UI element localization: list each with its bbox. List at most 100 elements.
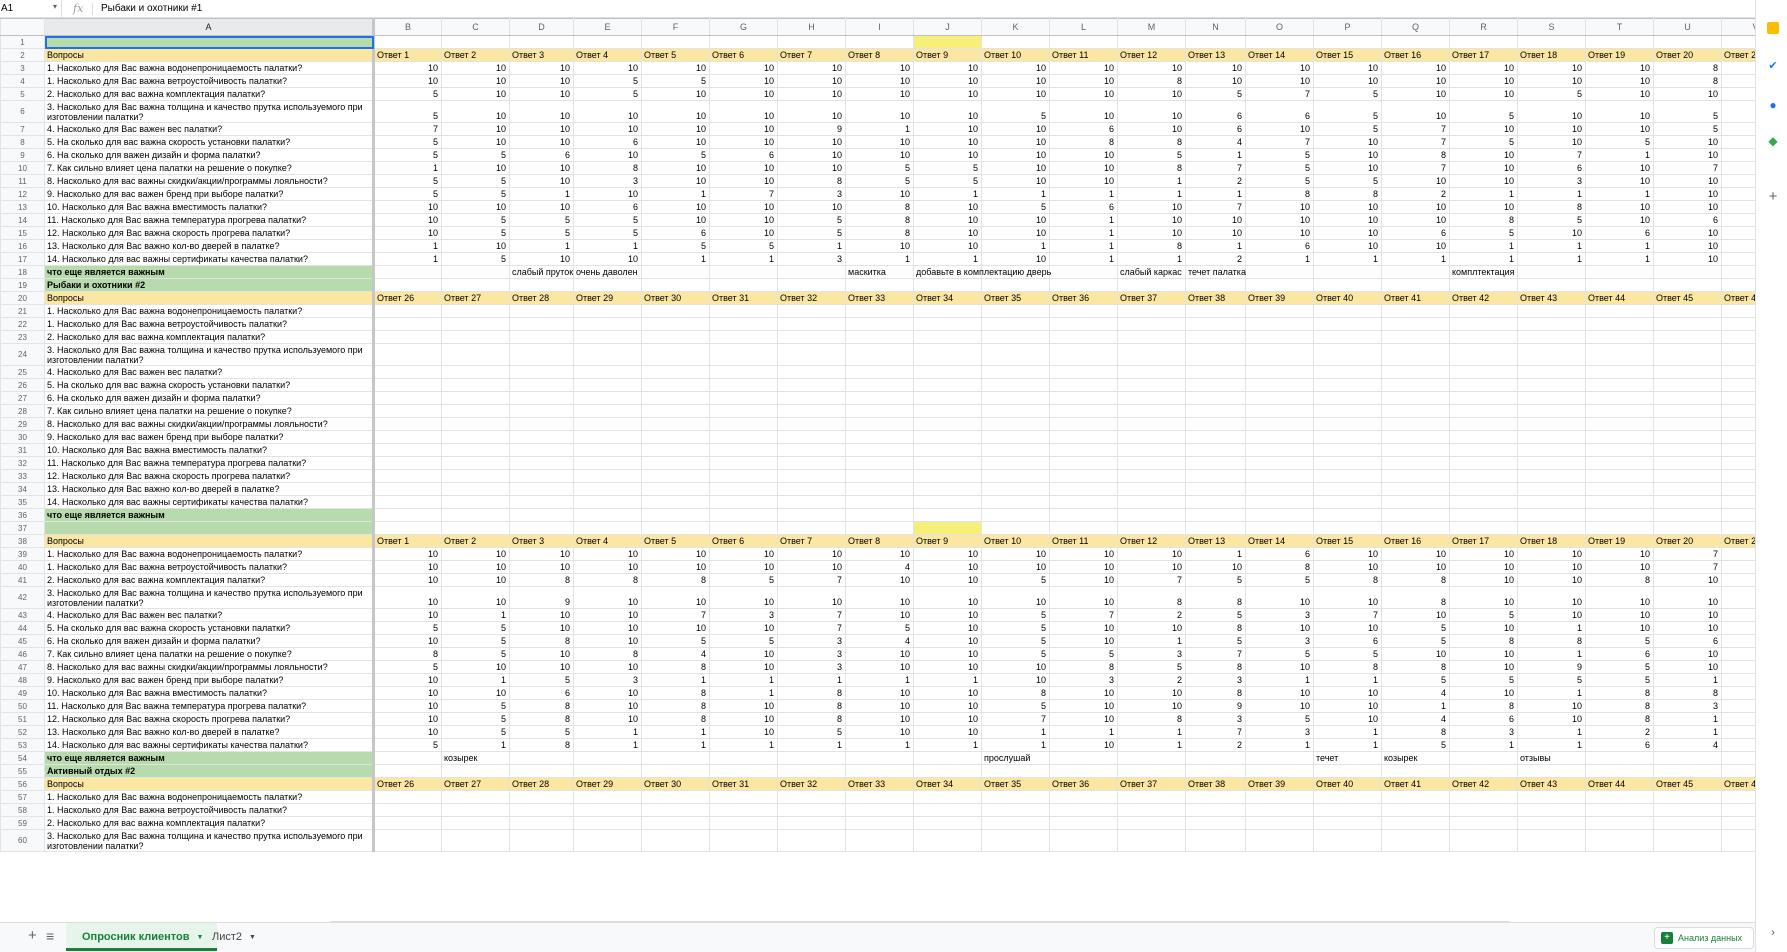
cell[interactable]: 1 [1049, 226, 1118, 240]
question-cell[interactable]: 14. Насколько для вас важны сертификаты … [44, 252, 375, 266]
cell[interactable] [1245, 790, 1314, 804]
note-cell[interactable]: козырек [441, 751, 510, 765]
cell[interactable]: 10 [1653, 608, 1722, 622]
cell[interactable] [1585, 456, 1654, 470]
cell[interactable] [845, 304, 914, 318]
cell[interactable]: 10 [509, 560, 574, 574]
cell[interactable] [641, 265, 710, 279]
cell[interactable] [1245, 456, 1314, 470]
cell[interactable] [1245, 391, 1314, 405]
answer-header[interactable]: Ответ 1 [373, 534, 442, 548]
cell[interactable] [913, 417, 982, 431]
cell[interactable]: 7 [1185, 161, 1246, 175]
row-header[interactable]: 16 [0, 239, 45, 253]
cell[interactable]: 5 [641, 634, 710, 648]
cell[interactable]: 1 [641, 252, 710, 266]
cell[interactable] [373, 404, 442, 418]
cell[interactable]: 10 [1245, 200, 1314, 214]
cell[interactable] [373, 790, 442, 804]
cell[interactable]: 10 [1517, 573, 1586, 587]
row-header[interactable]: 13 [0, 200, 45, 214]
cell[interactable] [913, 456, 982, 470]
cell[interactable] [509, 803, 574, 817]
cell[interactable] [981, 278, 1050, 292]
select-all-corner[interactable] [0, 18, 45, 36]
cell[interactable]: 10 [573, 608, 642, 622]
cell[interactable] [641, 521, 710, 535]
cell[interactable]: 8 [509, 712, 574, 726]
cell[interactable] [1381, 469, 1450, 483]
cell[interactable] [1449, 829, 1518, 852]
cell[interactable]: 8 [573, 161, 642, 175]
question-cell[interactable]: 9. Насколько для вас важен бренд при выб… [44, 430, 375, 444]
cell[interactable] [441, 304, 510, 318]
cell[interactable] [777, 417, 846, 431]
cell[interactable]: 7 [1185, 200, 1246, 214]
cell[interactable]: 10 [1049, 560, 1118, 574]
cell[interactable] [441, 378, 510, 392]
cell[interactable] [1185, 508, 1246, 522]
cell[interactable]: 5 [709, 573, 778, 587]
cell[interactable]: 1 [1585, 148, 1654, 162]
answer-header[interactable]: Ответ 33 [845, 777, 914, 791]
cell[interactable] [373, 764, 442, 778]
cell[interactable]: 5 [1449, 673, 1518, 687]
answer-header[interactable]: Ответ 4 [573, 534, 642, 548]
cell[interactable] [573, 803, 642, 817]
cell[interactable] [509, 469, 574, 483]
cell[interactable] [777, 317, 846, 331]
cell[interactable]: 5 [777, 226, 846, 240]
cell[interactable]: 10 [509, 74, 574, 88]
cell[interactable] [777, 35, 846, 49]
row-header[interactable]: 4 [0, 74, 45, 88]
cell[interactable]: 10 [1381, 239, 1450, 253]
cell[interactable]: 1 [1245, 252, 1314, 266]
cell[interactable] [1517, 404, 1586, 418]
cell[interactable]: 10 [573, 148, 642, 162]
question-cell[interactable]: 8. Насколько для вас важны скидки/акции/… [44, 660, 375, 674]
cell[interactable] [441, 417, 510, 431]
cell[interactable] [1185, 764, 1246, 778]
cell[interactable]: 1 [1585, 239, 1654, 253]
cell[interactable]: 8 [981, 686, 1050, 700]
cell[interactable] [641, 317, 710, 331]
cell[interactable] [1313, 456, 1382, 470]
cell[interactable]: 10 [1381, 74, 1450, 88]
cell[interactable] [373, 816, 442, 830]
cell[interactable]: 5 [441, 725, 510, 739]
note-cell[interactable]: маскитка [845, 265, 914, 279]
cell[interactable]: 8 [1585, 573, 1654, 587]
cell[interactable]: 1 [845, 738, 914, 752]
cell[interactable]: 8 [1185, 621, 1246, 635]
column-header[interactable]: H [777, 18, 846, 36]
note-cell[interactable]: козырек [1381, 751, 1450, 765]
cell[interactable] [1517, 417, 1586, 431]
question-cell[interactable]: 11. Насколько для Вас важна температура … [44, 213, 375, 227]
cell[interactable] [441, 469, 510, 483]
row-header[interactable]: 20 [0, 291, 45, 305]
cell[interactable]: 7 [1185, 647, 1246, 661]
cell[interactable]: 2 [1721, 634, 1755, 648]
cell[interactable] [373, 391, 442, 405]
answer-header[interactable]: Ответ 5 [641, 48, 710, 62]
answer-header[interactable]: Ответ 39 [1245, 291, 1314, 305]
question-cell[interactable]: 9. Насколько для вас важен бренд при выб… [44, 187, 375, 201]
cell[interactable] [1449, 751, 1518, 765]
cell[interactable]: 8 [845, 200, 914, 214]
questions-header[interactable]: Вопросы [44, 291, 375, 305]
cell[interactable] [1517, 482, 1586, 496]
cell[interactable] [913, 343, 982, 366]
cell[interactable]: 8 [509, 573, 574, 587]
cell[interactable] [441, 391, 510, 405]
cell[interactable] [1381, 829, 1450, 852]
cell[interactable] [1117, 35, 1186, 49]
cell[interactable]: 10 [845, 74, 914, 88]
cell[interactable]: 10 [1517, 586, 1586, 609]
cell[interactable] [1585, 317, 1654, 331]
cell[interactable] [1517, 343, 1586, 366]
cell[interactable] [1049, 829, 1118, 852]
cell[interactable]: 3 [709, 608, 778, 622]
cell[interactable]: 10 [1313, 61, 1382, 75]
cell[interactable] [777, 469, 846, 483]
cell[interactable]: 5 [1245, 647, 1314, 661]
